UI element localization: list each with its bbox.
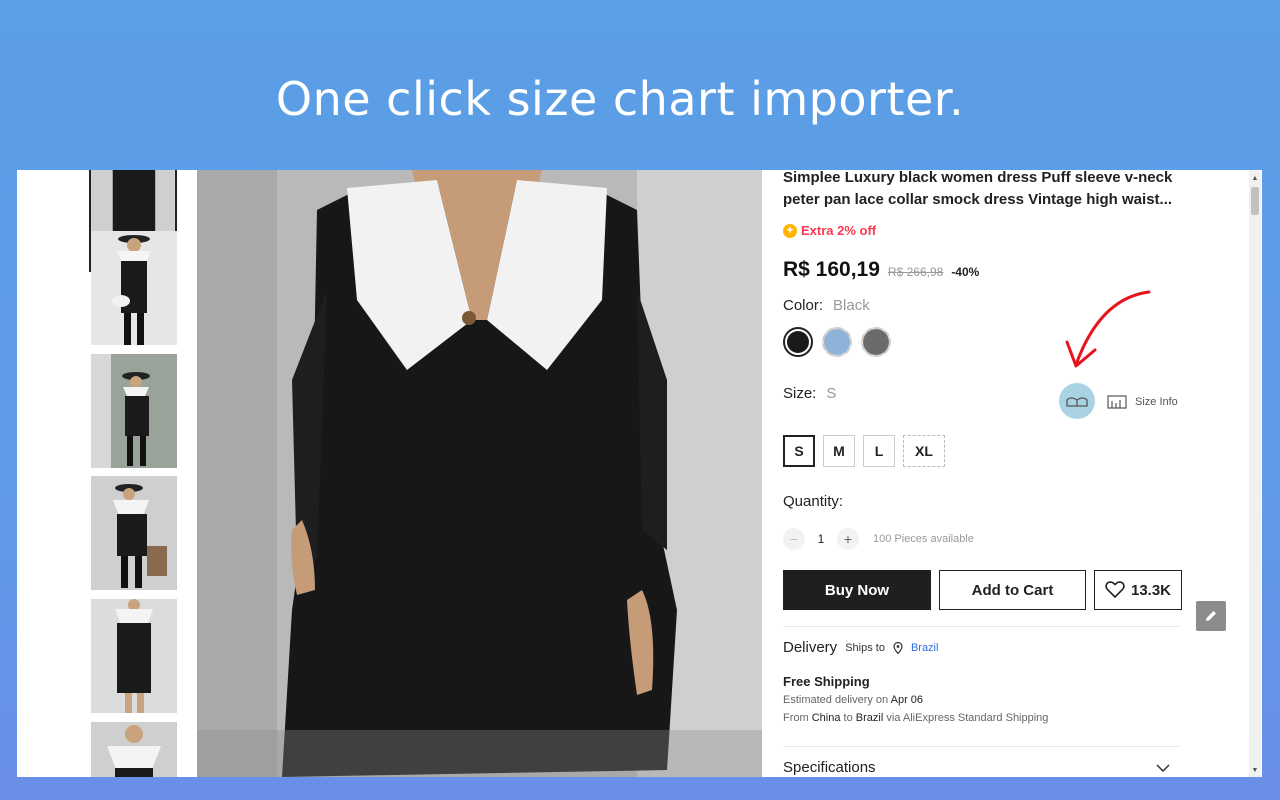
ruler-chart-icon: [1107, 395, 1127, 409]
route-to-word: to: [843, 712, 853, 724]
thumbnail-4[interactable]: [91, 476, 177, 590]
dress-photo: [197, 170, 762, 777]
quantity-value[interactable]: 1: [817, 532, 825, 546]
estimated-delivery-date: Apr 06: [890, 694, 924, 706]
current-price: R$ 160,19: [783, 258, 880, 281]
quantity-row: Quantity:: [783, 493, 843, 510]
size-row: Size: S: [783, 385, 836, 402]
thumbnail-image: [91, 599, 177, 713]
coin-icon: ✦: [783, 223, 797, 238]
wishlist-count: 13.3K: [1130, 581, 1172, 599]
size-info-link[interactable]: Size Info: [1107, 395, 1178, 409]
available-stock: 100 Pieces available: [873, 533, 974, 545]
delivery-row: Delivery Ships to Brazil: [783, 639, 938, 656]
extra-discount-text: Extra 2% off: [801, 223, 877, 238]
main-product-image[interactable]: [197, 170, 762, 777]
product-title: Simplee Luxury black women dress Puff sl…: [783, 170, 1173, 208]
scroll-up-arrow[interactable]: ▲: [1249, 172, 1261, 184]
color-row: Color: Black: [783, 297, 870, 314]
chevron-down-icon: [1156, 763, 1170, 772]
color-swatch-gray[interactable]: [861, 327, 891, 357]
action-buttons: Buy Now Add to Cart 13.3K: [783, 570, 1182, 610]
route-carrier: via AliExpress Standard Shipping: [886, 712, 1049, 724]
scroll-down-arrow[interactable]: ▼: [1249, 764, 1261, 776]
original-price: R$ 266,98: [887, 265, 944, 279]
ships-to-label: Ships to: [845, 641, 885, 654]
product-detail-panel: Simplee Luxury black women dress Puff sl…: [783, 170, 1183, 777]
specifications-label: Specifications: [783, 759, 876, 776]
thumbnail-6[interactable]: [91, 722, 177, 777]
price-row: R$ 160,19 R$ 266,98 -40%: [783, 258, 979, 282]
size-info-label: Size Info: [1135, 396, 1178, 408]
size-option-xl[interactable]: XL: [903, 435, 945, 467]
estimated-delivery: Estimated delivery on Apr 06: [783, 694, 923, 706]
quantity-label: Quantity:: [783, 493, 844, 510]
estimated-delivery-prefix: Estimated delivery on: [783, 694, 889, 706]
quantity-stepper: − 1 + 100 Pieces available: [783, 528, 974, 550]
color-swatch-blue[interactable]: [822, 327, 852, 357]
size-value: S: [826, 385, 837, 402]
color-label: Color:: [783, 297, 824, 314]
route-from-word: From: [783, 712, 809, 724]
ships-to-country-link[interactable]: Brazil: [911, 642, 939, 654]
size-options: S M L XL: [783, 435, 945, 467]
divider: [783, 626, 1180, 627]
route-destination-country: Brazil: [855, 712, 884, 724]
thumbnail-5[interactable]: [91, 599, 177, 713]
size-chart-import-button[interactable]: [1059, 383, 1095, 419]
delivery-title: Delivery: [783, 639, 838, 656]
size-option-m[interactable]: M: [823, 435, 855, 467]
size-option-s[interactable]: S: [783, 435, 815, 467]
thumbnail-image: [91, 231, 177, 345]
headline: One click size chart importer.: [275, 72, 965, 126]
add-to-cart-button[interactable]: Add to Cart: [939, 570, 1086, 610]
shipping-route: From China to Brazil via AliExpress Stan…: [783, 712, 1048, 724]
divider: [783, 746, 1180, 747]
thumbnail-3[interactable]: [91, 354, 177, 468]
size-label: Size:: [783, 385, 817, 402]
thumbnail-image: [91, 476, 177, 590]
discount-percent: -40%: [951, 265, 980, 279]
thumbnail-2[interactable]: [91, 231, 177, 345]
specifications-toggle[interactable]: Specifications: [783, 759, 1180, 776]
color-value: Black: [833, 297, 870, 314]
size-chart-import-icon: [1066, 397, 1088, 407]
thumbnail-image: [91, 354, 177, 468]
quantity-increase-button[interactable]: +: [837, 528, 859, 550]
thumbnail-image: [91, 722, 177, 777]
size-option-l[interactable]: L: [863, 435, 895, 467]
color-swatch-black[interactable]: [783, 327, 813, 357]
heart-icon: [1105, 581, 1125, 599]
wishlist-button[interactable]: 13.3K: [1094, 570, 1182, 610]
scrollbar[interactable]: ▲ ▼: [1249, 170, 1261, 777]
route-origin-country: China: [811, 712, 841, 724]
location-pin-icon: [893, 641, 903, 654]
quantity-decrease-button[interactable]: −: [783, 528, 805, 550]
extra-discount-badge: ✦ Extra 2% off: [783, 223, 876, 238]
color-swatches: [783, 327, 891, 357]
scrollbar-thumb[interactable]: [1251, 187, 1259, 215]
edit-button[interactable]: [1196, 601, 1226, 631]
buy-now-button[interactable]: Buy Now: [783, 570, 931, 610]
product-page-screenshot: Simplee Luxury black women dress Puff sl…: [17, 170, 1262, 777]
pencil-icon: [1206, 611, 1216, 621]
free-shipping-title: Free Shipping: [783, 674, 870, 689]
